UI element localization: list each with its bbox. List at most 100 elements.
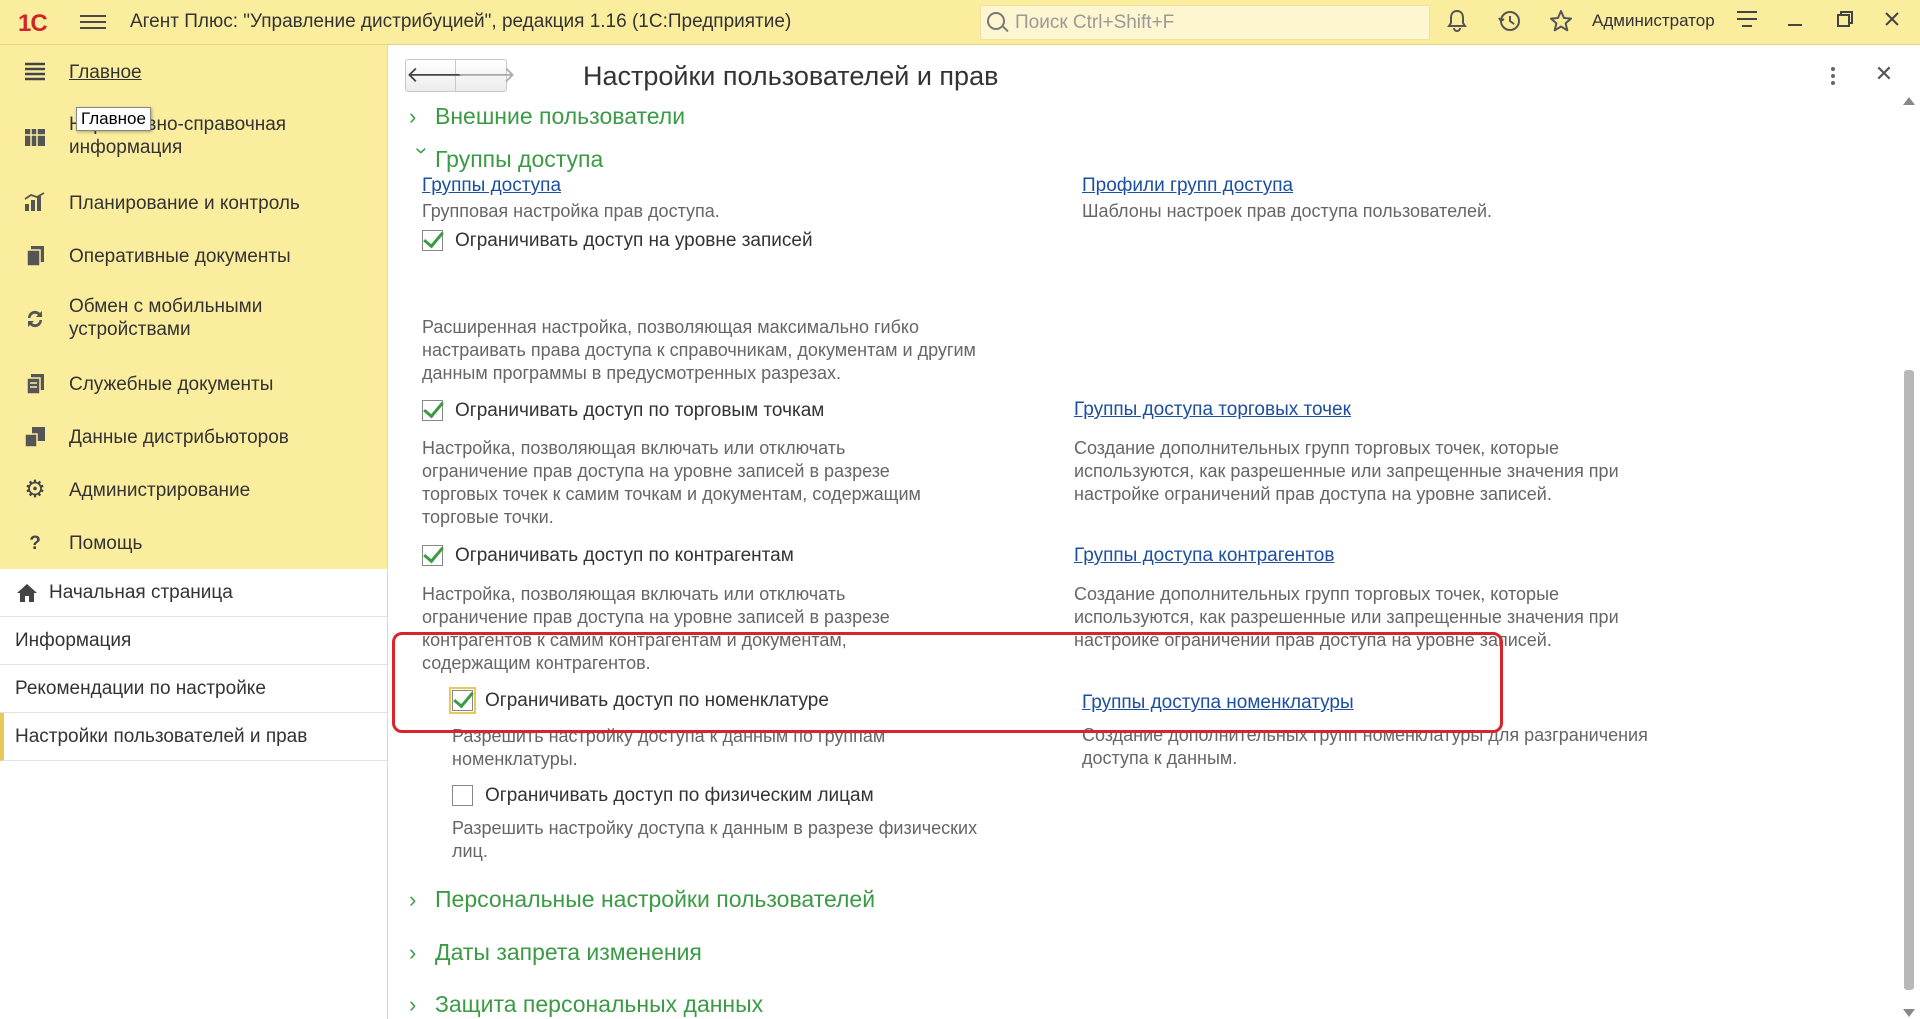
section-mobile-exchange[interactable]: Обмен с мобильными устройствами (0, 295, 387, 345)
section-label[interactable]: Оперативные документы (69, 245, 369, 268)
option-label: Ограничивать доступ по физическим лицам (485, 785, 874, 806)
form-title: Настройки пользователей и прав (583, 61, 999, 91)
sections-panel: Главное Нормативно-справочная информация… (0, 45, 387, 569)
search-input[interactable] (1015, 10, 1415, 35)
group-title: Защита персональных данных (435, 991, 764, 1017)
group-title: Персональные настройки пользователей (435, 886, 876, 912)
chevron-right-icon: › (409, 104, 417, 129)
section-operational-docs[interactable]: Оперативные документы (0, 242, 387, 272)
desc-line: Настройка, позволяющая включать или откл… (422, 584, 846, 604)
settings-lines-icon[interactable] (1732, 8, 1762, 38)
nav-label: Начальная страница (49, 582, 233, 603)
help-icon: ? (29, 533, 41, 554)
back-arrow-icon[interactable]: 🡐 (406, 60, 465, 91)
group-title: Даты запрета изменения (435, 939, 702, 965)
chevron-down-icon: › (410, 147, 435, 155)
record-level-description: Расширенная настройка, позволяющая макси… (422, 316, 1042, 385)
title-bar: 1С Агент Плюс: "Управление дистрибуцией"… (0, 0, 1920, 45)
history-icon[interactable] (1495, 8, 1525, 38)
group-change-lock-dates[interactable]: › Даты запрета изменения (409, 939, 702, 966)
service-docs-icon (22, 373, 48, 397)
desc-line: Создание дополнительных групп торговых т… (1074, 584, 1560, 604)
scroll-thumb[interactable] (1904, 370, 1914, 990)
section-help[interactable]: ? Помощь (0, 529, 387, 559)
section-planning[interactable]: Планирование и контроль (0, 189, 387, 219)
app-logo[interactable]: 1С (18, 10, 48, 38)
more-actions-icon[interactable] (1829, 65, 1837, 89)
section-label[interactable]: Помощь (69, 532, 369, 555)
option-label: Ограничивать доступ на уровне записей (455, 230, 813, 251)
profiles-link[interactable]: Профили групп доступа (1082, 175, 1293, 197)
group-access-groups[interactable]: ›Группы доступа (409, 146, 603, 173)
group-title: Внешние пользователи (435, 103, 686, 129)
counterparties-groups-link[interactable]: Группы доступа контрагентов (1074, 545, 1334, 567)
option-label: Ограничивать доступ по контрагентам (455, 545, 794, 566)
nav-label: Рекомендации по настройке (15, 678, 266, 699)
desc-line: Создание дополнительных групп торговых т… (1074, 438, 1560, 458)
nav-setup-recommendations[interactable]: Рекомендации по настройке (0, 665, 387, 713)
minimize-icon[interactable] (1780, 8, 1810, 38)
trade-points-checkbox[interactable] (422, 400, 443, 421)
access-groups-desc: Групповая настройка прав доступа. (422, 201, 720, 221)
group-personal-settings[interactable]: › Персональные настройки пользователей (409, 886, 875, 913)
global-search[interactable] (980, 5, 1430, 40)
desc-line: Настройка, позволяющая включать или откл… (422, 438, 846, 458)
vertical-scrollbar[interactable] (1900, 95, 1920, 1019)
nav-label: Информация (15, 630, 132, 651)
section-reference[interactable]: Нормативно-справочная информация (0, 113, 387, 163)
nav-information[interactable]: Информация (0, 617, 387, 665)
restore-icon[interactable] (1830, 8, 1860, 38)
trade-points-groups-desc: Создание дополнительных групп торговых т… (1074, 437, 1694, 506)
main-menu-icon[interactable] (80, 11, 106, 33)
trade-points-description: Настройка, позволяющая включать или откл… (422, 437, 1042, 529)
forward-arrow-icon[interactable]: 🡒 (457, 60, 516, 91)
section-label[interactable]: Служебные документы (69, 373, 369, 396)
history-nav: 🡐 🡒 (405, 59, 516, 92)
scroll-down-arrow-icon[interactable] (1903, 1009, 1915, 1017)
counterparties-checkbox[interactable] (422, 545, 443, 566)
gear-icon: ⚙ (24, 476, 46, 503)
group-personal-data-protection[interactable]: › Защита персональных данных (409, 991, 763, 1018)
individuals-description: Разрешить настройку доступа к данным в р… (452, 817, 1052, 863)
record-level-checkbox[interactable] (422, 230, 443, 251)
current-user[interactable]: Администратор (1592, 11, 1715, 31)
desc-line: номенклатуры. (452, 749, 578, 769)
desc-line: ограничение прав доступа на уровне запис… (422, 461, 890, 481)
desc-line: используются, как разрешенные или запрещ… (1074, 461, 1619, 481)
favorites-star-icon[interactable] (1546, 8, 1576, 38)
home-icon (17, 584, 37, 602)
nav-home[interactable]: Начальная страница (0, 569, 387, 617)
section-label[interactable]: Обмен с мобильными устройствами (69, 295, 369, 341)
section-administration[interactable]: ⚙ Администрирование (0, 476, 387, 506)
chevron-right-icon: › (409, 992, 417, 1017)
close-window-icon[interactable] (1877, 8, 1907, 38)
section-label[interactable]: Данные дистрибьюторов (69, 426, 369, 449)
desc-line: Расширенная настройка, позволяющая макси… (422, 317, 919, 337)
individuals-checkbox[interactable] (452, 785, 473, 806)
section-label[interactable]: Главное (69, 61, 369, 84)
chevron-right-icon: › (409, 940, 417, 965)
chart-icon (22, 192, 48, 216)
section-label[interactable]: Планирование и контроль (69, 192, 369, 215)
documents-icon (22, 245, 48, 269)
distributors-icon (22, 426, 48, 450)
group-external-users[interactable]: › Внешние пользователи (409, 103, 685, 130)
section-main[interactable]: Главное (0, 58, 387, 88)
section-distributor-data[interactable]: Данные дистрибьюторов (0, 423, 387, 453)
profiles-desc: Шаблоны настроек прав доступа пользовате… (1082, 201, 1493, 221)
nav-user-rights-settings[interactable]: Настройки пользователей и прав (0, 713, 387, 761)
access-groups-link[interactable]: Группы доступа (422, 175, 561, 197)
desc-line: ограничение прав доступа на уровне запис… (422, 607, 890, 627)
sidebar: Главное Нормативно-справочная информация… (0, 45, 388, 1019)
trade-points-groups-link[interactable]: Группы доступа торговых точек (1074, 399, 1351, 421)
notifications-bell-icon[interactable] (1442, 8, 1472, 38)
close-form-icon[interactable]: ✕ (1869, 59, 1899, 89)
desc-line: настройке ограничений прав доступа на ур… (1074, 484, 1552, 504)
section-label[interactable]: Администрирование (69, 479, 369, 502)
tooltip: Главное (76, 107, 151, 131)
scroll-up-arrow-icon[interactable] (1903, 97, 1915, 105)
menu-icon (22, 61, 48, 85)
form-area: 🡐 🡒 Настройки пользователей и прав ✕ › Вн… (389, 45, 1920, 1019)
desc-line: данным программы в предусмотренных разре… (422, 363, 842, 383)
section-service-docs[interactable]: Служебные документы (0, 370, 387, 400)
